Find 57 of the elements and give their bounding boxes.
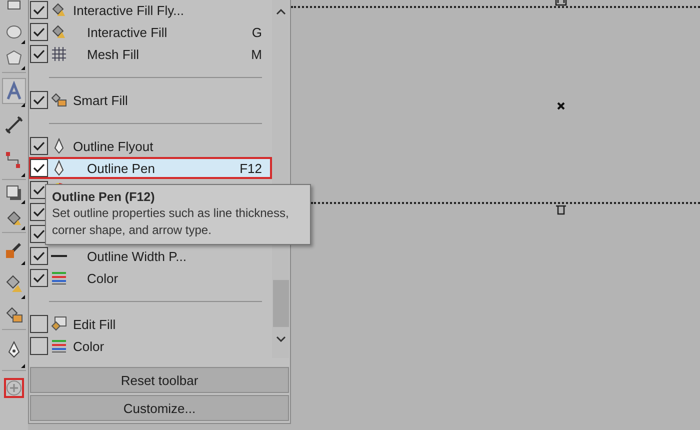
- check-icon: [33, 251, 45, 261]
- grid-icon: [51, 46, 67, 62]
- drop-shadow-icon[interactable]: [4, 183, 24, 203]
- eyedropper-icon[interactable]: [4, 240, 24, 260]
- paint-bucket-icon: [51, 2, 67, 18]
- customize-button[interactable]: Customize...: [30, 395, 289, 421]
- check-icon: [33, 27, 45, 37]
- check-icon: [33, 5, 45, 15]
- chevron-down-icon[interactable]: [276, 336, 286, 342]
- center-mark-icon[interactable]: [557, 102, 565, 110]
- text-tool-icon[interactable]: [4, 81, 24, 101]
- check-icon: [33, 141, 45, 151]
- checkbox[interactable]: [30, 315, 48, 333]
- menu-item[interactable]: Interactive Fill G: [29, 21, 272, 43]
- menu-item[interactable]: Smart Fill: [29, 89, 272, 111]
- swatch-lines-icon: [51, 338, 67, 354]
- menu-item[interactable]: Outline Pen F12: [29, 157, 272, 179]
- menu-item[interactable]: Interactive Fill Fly...: [29, 0, 272, 21]
- tooltip-title: Outline Pen (F12): [52, 189, 156, 205]
- menu-item[interactable]: Outline Flyout: [29, 135, 272, 157]
- checkbox[interactable]: [30, 1, 48, 19]
- menu-item[interactable]: Edit Fill: [29, 313, 272, 335]
- check-icon: [33, 185, 45, 195]
- menu-item[interactable]: Outline Width P...: [29, 245, 272, 267]
- swatch-lines-icon: [51, 270, 67, 286]
- selection-handle-icon[interactable]: [555, 205, 567, 215]
- chevron-up-icon[interactable]: [276, 9, 286, 15]
- checkbox[interactable]: [30, 23, 48, 41]
- checkbox[interactable]: [30, 337, 48, 355]
- check-icon: [33, 95, 45, 105]
- check-icon: [33, 207, 45, 217]
- checkbox[interactable]: [30, 159, 48, 177]
- check-icon: [33, 49, 45, 59]
- check-icon: [33, 273, 45, 283]
- check-icon: [33, 229, 45, 239]
- checkbox[interactable]: [30, 269, 48, 287]
- selection-handle-icon[interactable]: [555, 0, 567, 6]
- paint-bucket-icon[interactable]: [4, 274, 24, 294]
- reset-button[interactable]: Reset toolbar: [30, 367, 289, 393]
- menu-item[interactable]: Mesh Fill M: [29, 43, 272, 65]
- line-icon: [51, 255, 67, 257]
- tooltip-text: Set outline properties such as line thickness, corner shape, and arrow type.: [52, 205, 290, 239]
- menu-item[interactable]: Color: [29, 267, 272, 289]
- paint-bucket-icon: [51, 24, 67, 40]
- menu-item[interactable]: Color: [29, 335, 272, 357]
- checkbox[interactable]: [30, 137, 48, 155]
- dimension-icon[interactable]: [4, 115, 24, 135]
- smart-fill-icon: [51, 92, 67, 108]
- checkbox[interactable]: [30, 247, 48, 265]
- checkbox[interactable]: [30, 91, 48, 109]
- check-icon: [33, 163, 45, 173]
- window-icon: [51, 316, 67, 332]
- scrollbar-thumb[interactable]: [272, 280, 288, 327]
- checkbox[interactable]: [30, 45, 48, 63]
- smart-fill-icon[interactable]: [4, 305, 24, 325]
- add-tool-button[interactable]: [4, 378, 24, 398]
- plus-icon: [6, 380, 22, 396]
